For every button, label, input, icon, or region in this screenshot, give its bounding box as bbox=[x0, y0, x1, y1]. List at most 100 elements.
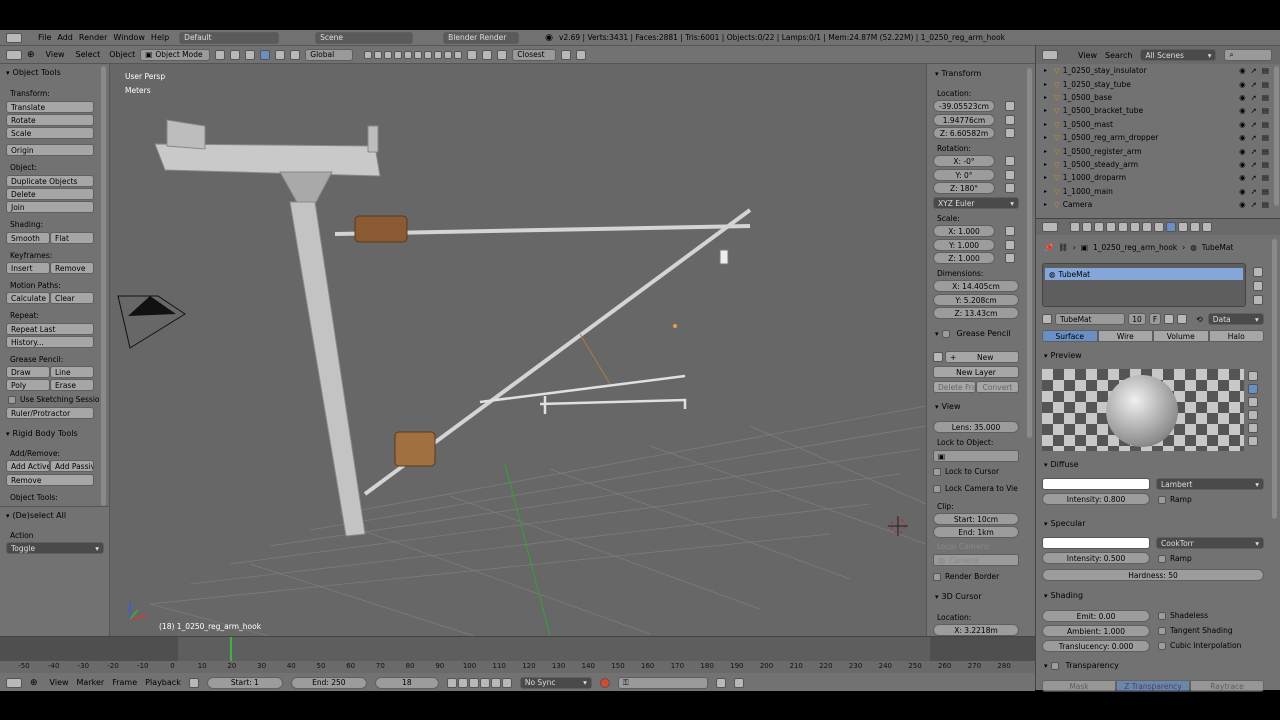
layer-icon[interactable] bbox=[434, 50, 443, 59]
visibility-icon[interactable]: ◉ bbox=[1239, 200, 1246, 209]
layer-icon[interactable] bbox=[424, 50, 433, 59]
timeline-menu-frame[interactable]: Frame bbox=[112, 678, 137, 687]
menu-add[interactable]: Add bbox=[57, 33, 73, 42]
tab-volume[interactable]: Volume bbox=[1153, 330, 1209, 342]
preview-header[interactable]: ▾ Preview bbox=[1044, 351, 1082, 360]
outliner-menu-view[interactable]: View bbox=[1078, 51, 1097, 60]
tangent-shading-checkbox[interactable]: Tangent Shading bbox=[1158, 626, 1233, 635]
properties-editor-icon[interactable] bbox=[1042, 222, 1058, 232]
material-name-field[interactable]: TubeMat bbox=[1055, 313, 1125, 325]
timeline-menu-playback[interactable]: Playback bbox=[145, 678, 181, 687]
layer-icon[interactable] bbox=[394, 50, 403, 59]
lock-scale-y-icon[interactable] bbox=[1005, 240, 1015, 250]
location-z-field[interactable]: Z: 6.60582m bbox=[933, 127, 995, 139]
preview-hair-icon[interactable] bbox=[1248, 423, 1258, 433]
layer-icon[interactable] bbox=[454, 50, 463, 59]
tab-raytrace[interactable]: Raytrace bbox=[1190, 680, 1264, 692]
smooth-button[interactable]: Smooth bbox=[6, 232, 50, 244]
visibility-icon[interactable]: ◉ bbox=[1239, 147, 1246, 156]
timeline-menu-view[interactable]: View bbox=[50, 678, 69, 687]
clear-button[interactable]: Clear bbox=[50, 292, 94, 304]
specular-shader-dropdown[interactable]: CookTorr ▾ bbox=[1156, 537, 1264, 549]
join-button[interactable]: Join bbox=[6, 201, 94, 213]
layout-selector[interactable]: Default bbox=[179, 31, 280, 44]
snap-align-icon[interactable] bbox=[561, 49, 572, 60]
ruler-button[interactable]: Ruler/Protractor bbox=[6, 407, 94, 419]
outliner-item[interactable]: ▸ ▽ 1_0250_stay_tube ◉ ➚ ▤ bbox=[1044, 77, 1269, 90]
next-keyframe-icon[interactable] bbox=[490, 677, 501, 688]
draw-button[interactable]: Draw bbox=[6, 366, 50, 378]
lock-scale-z-icon[interactable] bbox=[1005, 253, 1015, 263]
lock-location-z-icon[interactable] bbox=[1005, 128, 1015, 138]
manipulator-icon[interactable] bbox=[245, 49, 256, 60]
renderability-icon[interactable]: ▤ bbox=[1262, 173, 1269, 182]
tab-surface[interactable]: Surface bbox=[1042, 330, 1098, 342]
record-icon[interactable] bbox=[599, 677, 610, 688]
grease-pencil-header[interactable]: ▾ Grease Pencil bbox=[935, 329, 1011, 338]
cursor-x-field[interactable]: X: 3.2218m bbox=[933, 624, 1019, 636]
expand-icon[interactable]: ▸ bbox=[1044, 94, 1054, 101]
checkbox-icon[interactable] bbox=[941, 329, 950, 338]
selectability-icon[interactable]: ➚ bbox=[1251, 173, 1257, 182]
local-camera-field[interactable]: ▨ Camera bbox=[933, 554, 1019, 566]
renderability-icon[interactable]: ▤ bbox=[1262, 93, 1269, 102]
add-active-button[interactable]: Add Active bbox=[6, 460, 50, 472]
location-x-field[interactable]: -39.05523cm bbox=[933, 100, 995, 112]
scene-selector[interactable]: Scene bbox=[315, 31, 414, 44]
line-button[interactable]: Line bbox=[50, 366, 94, 378]
current-frame-field[interactable]: 18 bbox=[374, 676, 439, 689]
render-layers-tab-icon[interactable] bbox=[1082, 222, 1092, 232]
delete-frame-button[interactable]: Delete Fram bbox=[933, 381, 976, 393]
current-frame-marker[interactable] bbox=[230, 637, 232, 661]
new-material-icon[interactable] bbox=[1164, 314, 1174, 324]
end-frame-field[interactable]: End: 250 bbox=[290, 676, 367, 689]
menu-help[interactable]: Help bbox=[151, 33, 169, 42]
prev-keyframe-icon[interactable] bbox=[457, 677, 468, 688]
renderability-icon[interactable]: ▤ bbox=[1262, 80, 1269, 89]
timeline-track-area[interactable] bbox=[0, 637, 1035, 661]
hardness-field[interactable]: Hardness: 50 bbox=[1042, 569, 1264, 581]
constraints-tab-icon[interactable] bbox=[1130, 222, 1140, 232]
visibility-icon[interactable]: ◉ bbox=[1239, 120, 1246, 129]
outliner-item[interactable]: ▸ ▽ 1_0250_stay_insulator ◉ ➚ ▤ bbox=[1044, 64, 1269, 77]
expand-icon[interactable]: ▸ bbox=[1044, 188, 1054, 195]
jump-end-icon[interactable] bbox=[501, 677, 512, 688]
visibility-icon[interactable]: ◉ bbox=[1239, 80, 1246, 89]
renderability-icon[interactable]: ▤ bbox=[1262, 120, 1269, 129]
fake-user-button[interactable]: F bbox=[1149, 313, 1161, 325]
start-frame-field[interactable]: Start: 1 bbox=[206, 676, 283, 689]
material-slot-list[interactable]: ◍ TubeMat bbox=[1042, 263, 1246, 307]
selectability-icon[interactable]: ➚ bbox=[1251, 66, 1257, 75]
translucency-field[interactable]: Translucency: 0.000 bbox=[1042, 640, 1150, 652]
data-tab-icon[interactable] bbox=[1154, 222, 1164, 232]
location-y-field[interactable]: 1.94776cm bbox=[933, 114, 995, 126]
unlink-icon[interactable] bbox=[1177, 314, 1187, 324]
tab-mask[interactable]: Mask bbox=[1042, 680, 1116, 692]
visibility-icon[interactable]: ◉ bbox=[1239, 173, 1246, 182]
outliner-item[interactable]: ▸ ▽ 1_0500_mast ◉ ➚ ▤ bbox=[1044, 118, 1269, 131]
texture-tab-icon[interactable] bbox=[1178, 222, 1188, 232]
expand-icon[interactable]: ▸ bbox=[1044, 81, 1054, 88]
lock-cursor-checkbox[interactable]: Lock to Cursor bbox=[933, 467, 999, 476]
outliner-item[interactable]: ▸ ▽ 1_0500_base ◉ ➚ ▤ bbox=[1044, 91, 1269, 104]
snap-target-dropdown[interactable]: Closest bbox=[512, 48, 557, 61]
history-button[interactable]: History... bbox=[6, 336, 94, 348]
ambient-field[interactable]: Ambient: 1.000 bbox=[1042, 625, 1150, 637]
menu-file[interactable]: File bbox=[38, 33, 51, 42]
slot-menu-icon[interactable] bbox=[1253, 295, 1263, 305]
preview-sphere-icon[interactable] bbox=[1248, 384, 1258, 394]
rigid-remove-button[interactable]: Remove bbox=[6, 474, 94, 486]
renderability-icon[interactable]: ▤ bbox=[1262, 160, 1269, 169]
link-dropdown[interactable]: Data ▾ bbox=[1207, 313, 1264, 325]
object-tools-header[interactable]: ▾ Object Tools bbox=[6, 68, 61, 77]
tab-z-transparency[interactable]: Z Transparency bbox=[1116, 680, 1190, 692]
tab-halo[interactable]: Halo bbox=[1208, 330, 1264, 342]
preview-monkey-icon[interactable] bbox=[1248, 410, 1258, 420]
scene-tab-icon[interactable] bbox=[1094, 222, 1104, 232]
action-dropdown[interactable]: Toggle ▾ bbox=[6, 542, 104, 554]
snap-magnet-icon[interactable] bbox=[497, 49, 508, 60]
pole-model[interactable] bbox=[154, 119, 752, 537]
remove-slot-icon[interactable] bbox=[1253, 281, 1263, 291]
proportional-edit-icon[interactable] bbox=[482, 49, 493, 60]
scale-x-field[interactable]: X: 1.000 bbox=[933, 225, 995, 237]
